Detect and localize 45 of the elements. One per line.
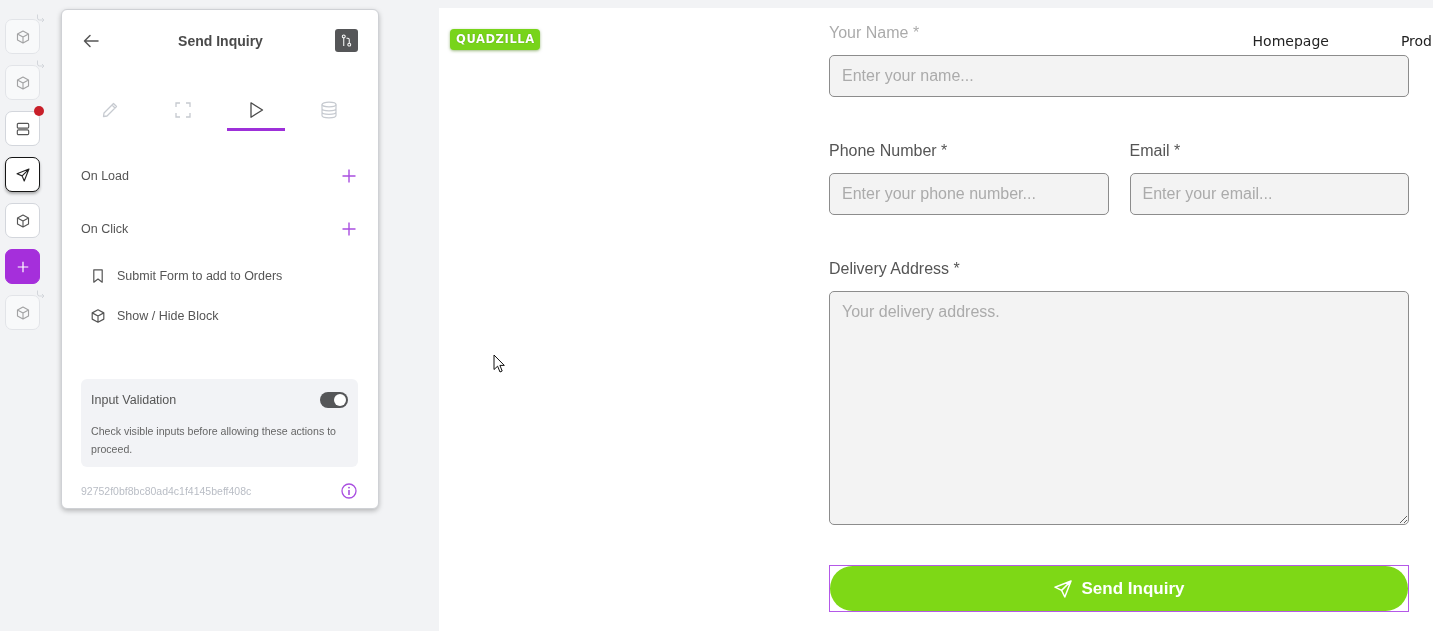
branch-icon <box>341 34 352 47</box>
back-button[interactable] <box>83 33 99 48</box>
cube-icon <box>91 309 105 323</box>
validation-description: Check visible inputs before allowing these actions to proceed. <box>91 424 337 457</box>
input-field[interactable]: Enter your email... <box>1129 173 1409 215</box>
panel-title: Send Inquiry <box>178 32 263 49</box>
input-field[interactable]: Enter your name... <box>829 55 1409 97</box>
frame-icon <box>174 100 192 119</box>
field-label: Email * <box>1129 141 1181 161</box>
plus-icon <box>342 222 356 236</box>
bookmark-icon <box>91 269 105 283</box>
field-label: Your Name * <box>829 23 920 43</box>
field-label: Delivery Address * <box>829 259 960 279</box>
info-icon[interactable] <box>341 483 357 499</box>
play-icon <box>247 100 265 119</box>
cursor-icon <box>493 354 505 373</box>
event-label: On Click <box>81 222 129 236</box>
cube-icon <box>15 213 30 228</box>
back-arrow-icon <box>83 33 99 48</box>
field-label: Phone Number * <box>829 141 948 161</box>
action-item[interactable]: Show / Hide Block <box>62 304 356 328</box>
input-field[interactable]: Enter your phone number... <box>829 173 1109 215</box>
add-action-button[interactable] <box>342 222 356 236</box>
validation-title: Input Validation <box>91 393 177 407</box>
pencil-icon <box>101 100 119 119</box>
toggle-switch[interactable] <box>320 392 348 408</box>
action-item[interactable]: Submit Form to add to Orders <box>62 264 356 288</box>
layer-button[interactable] <box>5 157 40 192</box>
textarea-field[interactable]: Your delivery address. <box>829 291 1409 525</box>
database-icon <box>320 100 338 119</box>
plus-icon <box>15 259 30 274</box>
nav-link[interactable]: Homepage <box>1252 32 1329 50</box>
add-block-button[interactable] <box>5 249 40 284</box>
send-icon <box>15 167 30 182</box>
branch-button[interactable] <box>335 29 358 52</box>
cube-icon <box>15 29 30 44</box>
plus-icon <box>342 169 356 183</box>
event-label: On Load <box>81 169 129 183</box>
add-action-button[interactable] <box>342 169 356 183</box>
cube-icon <box>15 305 30 320</box>
cube-icon <box>15 75 30 90</box>
block-id: 92752f0bf8bc80ad4c1f4145beff408c <box>81 485 252 497</box>
nav-link[interactable]: Prod <box>1400 32 1432 50</box>
rows-icon <box>15 121 30 136</box>
send-icon <box>1053 579 1072 598</box>
